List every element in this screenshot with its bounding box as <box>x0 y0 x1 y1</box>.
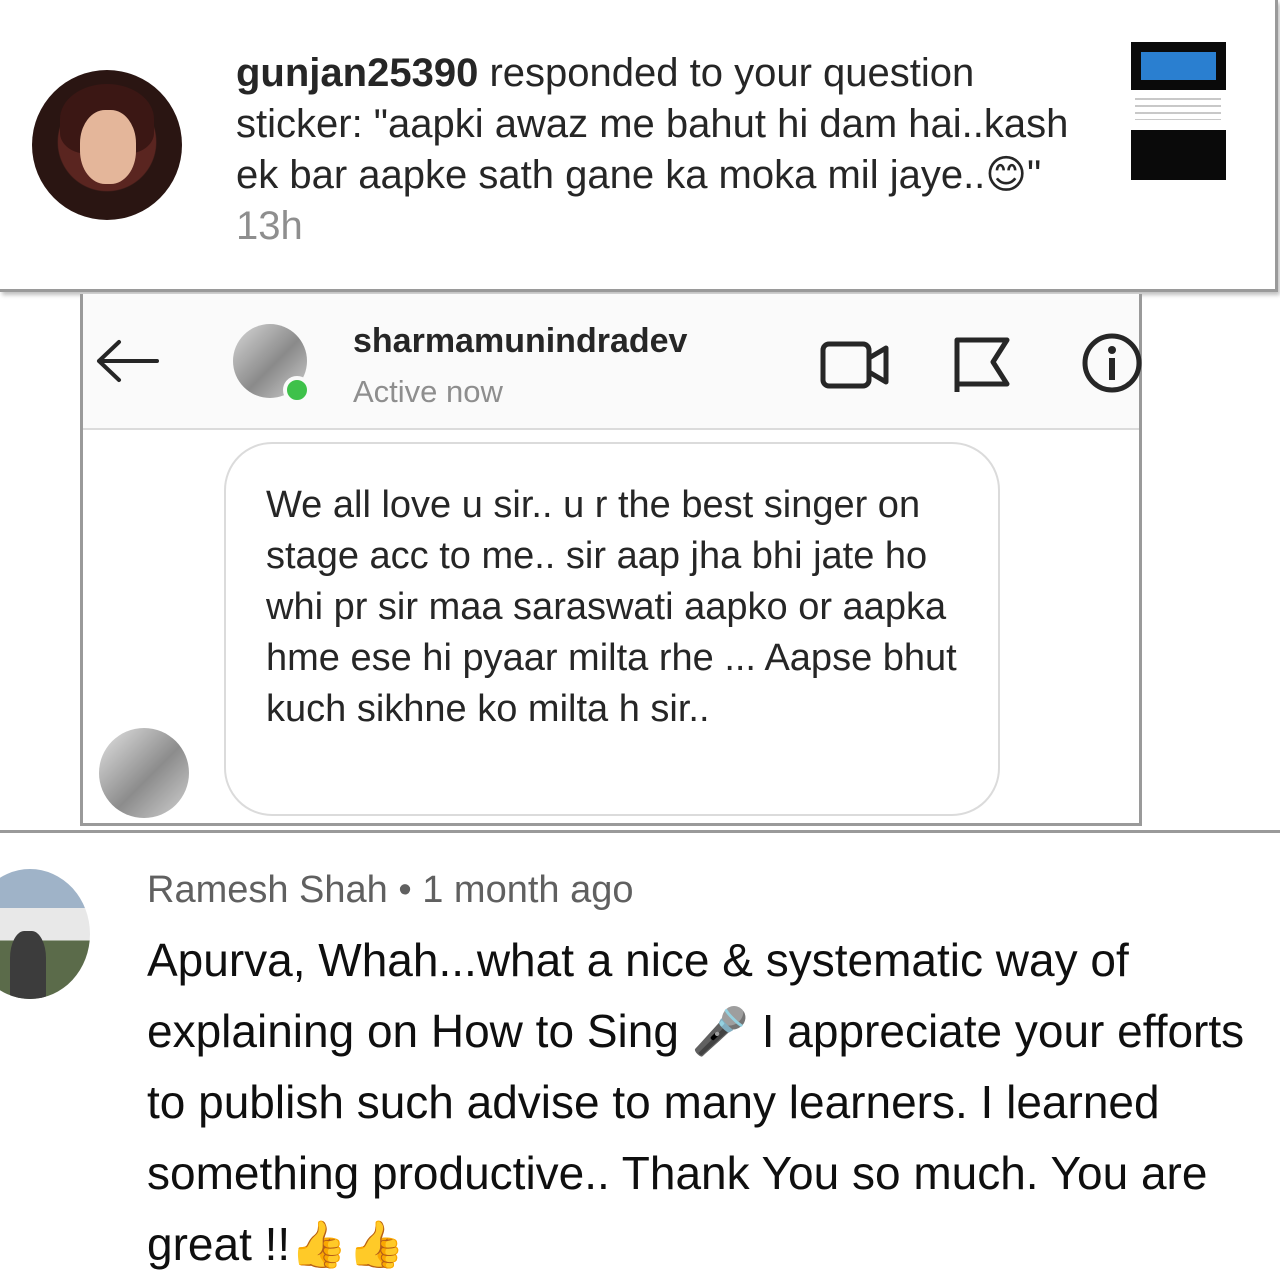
flag-icon[interactable] <box>951 334 1013 396</box>
dm-header: sharmamunindradev Active now <box>83 294 1142 430</box>
comment-body: Apurva, Whah...what a nice & systematic … <box>147 934 1245 1270</box>
contact-status: Active now <box>353 374 503 409</box>
sender-avatar[interactable] <box>99 728 189 818</box>
back-arrow-icon[interactable] <box>91 338 161 384</box>
online-indicator <box>283 376 311 404</box>
video-call-icon[interactable] <box>820 338 890 392</box>
meta-separator: • <box>387 869 423 911</box>
direct-message-panel: sharmamunindradev Active now We all love… <box>80 294 1142 826</box>
user-avatar[interactable] <box>32 70 182 220</box>
story-reply-notification[interactable]: gunjan25390 responded to your question s… <box>0 0 1278 292</box>
notification-time: 13h <box>236 204 303 248</box>
info-icon[interactable] <box>1081 332 1143 394</box>
youtube-comment: Ramesh Shah • 1 month ago Apurva, Whah..… <box>0 830 1280 1280</box>
comment-author[interactable]: Ramesh Shah <box>147 869 388 911</box>
avatar-face <box>80 110 136 184</box>
notification-text: gunjan25390 responded to your question s… <box>236 48 1086 252</box>
comment-meta: Ramesh Shah • 1 month ago <box>147 869 634 912</box>
notification-username[interactable]: gunjan25390 <box>236 51 478 95</box>
message-bubble[interactable]: We all love u sir.. u r the best singer … <box>224 442 1000 816</box>
avatar-person <box>10 931 46 999</box>
commenter-avatar[interactable] <box>0 869 90 999</box>
comment-time[interactable]: 1 month ago <box>422 869 633 911</box>
contact-username[interactable]: sharmamunindradev <box>353 322 687 361</box>
story-thumbnail[interactable] <box>1131 42 1226 180</box>
